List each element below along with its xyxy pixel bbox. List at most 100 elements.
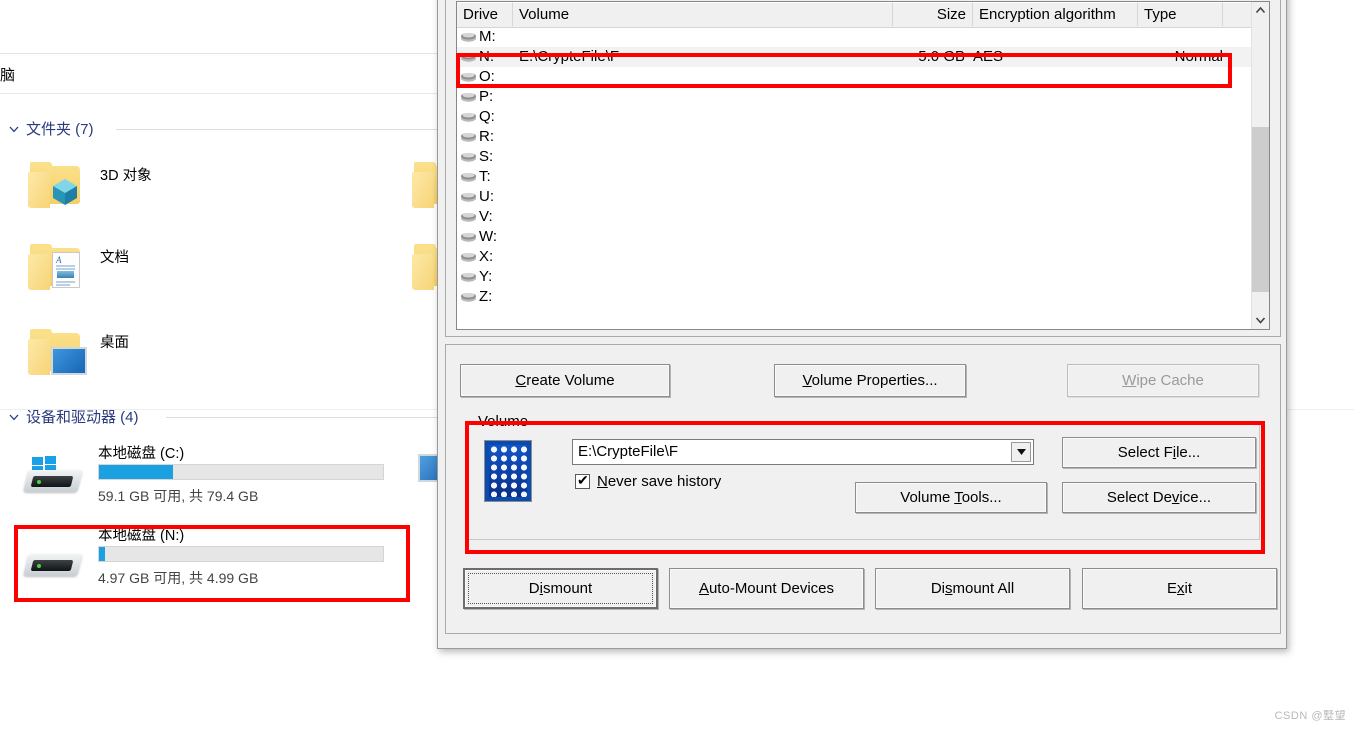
table-row[interactable]: Q: [457, 107, 1269, 127]
create-volume-accel: C [515, 372, 527, 389]
volume-tools-button[interactable]: Volume Tools... [855, 482, 1047, 513]
table-row[interactable]: M: [457, 27, 1269, 47]
select-file-button[interactable]: Select File... [1062, 437, 1256, 468]
cell-type: Normal [1174, 48, 1223, 65]
folder-3d-objects-icon [28, 160, 84, 208]
list-item-label: 3D 对象 [100, 168, 152, 184]
volume-tools-accel: T [954, 489, 962, 506]
list-item-label: 文档 [100, 250, 129, 266]
cell-size [893, 87, 965, 107]
list-item-drive-n[interactable]: 本地磁盘 (N:) 4.97 GB 可用, 共 4.99 GB [18, 522, 418, 594]
select-device-label-b: ice... [1179, 489, 1212, 506]
drive-list-scrollbar[interactable] [1251, 2, 1269, 329]
dismount-button[interactable]: Dismount [463, 568, 658, 609]
cell-type [1117, 127, 1223, 147]
veracrypt-window: Drive Volume Size Encryption algorithm T… [437, 0, 1287, 649]
create-volume-button[interactable]: Create Volume [460, 364, 670, 397]
dismount-all-label-b: mount All [952, 580, 1015, 597]
table-row[interactable]: S: [457, 147, 1269, 167]
column-header-volume[interactable]: Volume [513, 2, 893, 26]
chevron-down-icon[interactable] [7, 410, 21, 424]
never-save-history-label: Never save history [597, 473, 722, 490]
volume-properties-label: olume Properties... [811, 372, 938, 389]
drive-title: 本地磁盘 (C:) [98, 446, 185, 462]
windows-drive-icon [22, 456, 86, 502]
drive-list-rows: M: N: E:\CrypteFile\F 5.0 GB AES Normal O: P: Q:… [457, 27, 1269, 329]
column-header-encryption[interactable]: Encryption algorithm [973, 2, 1138, 26]
drive-icon [460, 50, 477, 63]
cell-drive: X: [479, 248, 494, 265]
table-row[interactable]: R: [457, 127, 1269, 147]
control-panel: Create Volume Volume Properties... Wipe … [445, 344, 1281, 634]
volume-path-value[interactable]: E:\CrypteFile\F [578, 440, 678, 464]
chevron-down-icon[interactable] [1011, 442, 1031, 462]
list-item[interactable]: 桌面 [28, 327, 428, 389]
drive-list[interactable]: Drive Volume Size Encryption algorithm T… [456, 1, 1270, 330]
volume-path-combobox[interactable]: E:\CrypteFile\F [572, 439, 1034, 465]
cell-type [1117, 67, 1223, 87]
scrollbar-thumb[interactable] [1252, 127, 1269, 292]
cell-size [893, 107, 965, 127]
cell-drive: Y: [479, 268, 493, 285]
cell-drive: S: [479, 148, 494, 165]
volume-properties-button[interactable]: Volume Properties... [774, 364, 966, 397]
select-device-button[interactable]: Select Device... [1062, 482, 1256, 513]
drive-icon [460, 190, 477, 203]
group-rule [166, 417, 440, 418]
table-row[interactable]: U: [457, 187, 1269, 207]
table-row[interactable]: N: E:\CrypteFile\F 5.0 GB AES Normal [457, 47, 1269, 67]
cell-drive: T: [479, 168, 491, 185]
cell-size: 5.0 GB [918, 48, 965, 65]
scroll-down-arrow-icon[interactable] [1252, 312, 1269, 329]
list-item-label: 桌面 [100, 335, 129, 351]
column-header-spacer [1223, 2, 1253, 26]
volume-tools-label-a: Volume [900, 489, 955, 506]
cell-size [893, 147, 965, 167]
document-glyph: A [52, 252, 80, 288]
cell-drive: N: [479, 48, 494, 65]
list-item[interactable]: A 文档 [28, 242, 428, 304]
cell-type [1117, 267, 1223, 287]
list-item[interactable]: 3D 对象 [28, 160, 428, 222]
exit-accel: x [1177, 580, 1185, 597]
cell-size [893, 227, 965, 247]
cell-size [893, 247, 965, 267]
table-row[interactable]: P: [457, 87, 1269, 107]
group-rule [116, 129, 440, 130]
auto-mount-label: uto-Mount Devices [708, 580, 835, 597]
create-volume-label: reate Volume [526, 372, 615, 389]
cell-drive: Z: [479, 288, 493, 305]
select-device-label-a: Select De [1106, 489, 1172, 506]
table-row[interactable]: Z: [457, 287, 1269, 307]
table-row[interactable]: W: [457, 227, 1269, 247]
breadcrumb[interactable]: 脑 [0, 62, 440, 90]
cell-drive: U: [479, 188, 494, 205]
table-row[interactable]: O: [457, 67, 1269, 87]
list-item-drive-c[interactable]: 本地磁盘 (C:) 59.1 GB 可用, 共 79.4 GB [18, 440, 418, 512]
table-row[interactable]: V: [457, 207, 1269, 227]
chevron-down-icon[interactable] [7, 122, 21, 136]
cell-encryption: AES [973, 48, 1004, 65]
table-row[interactable]: X: [457, 247, 1269, 267]
check-icon: ✔ [577, 472, 589, 488]
column-header-drive[interactable]: Drive [457, 2, 513, 26]
cell-drive: P: [479, 88, 494, 105]
drive-icon [460, 210, 477, 223]
column-header-type[interactable]: Type [1138, 2, 1223, 26]
cell-type [1117, 227, 1223, 247]
cell-type [1117, 27, 1223, 47]
wipe-cache-label: ipe Cache [1136, 372, 1204, 389]
drive-icon [460, 30, 477, 43]
dismount-all-button[interactable]: Dismount All [875, 568, 1070, 609]
drive-usage-text: 59.1 GB 可用, 共 79.4 GB [98, 488, 259, 504]
column-header-size[interactable]: Size [893, 2, 973, 26]
drive-list-header: Drive Volume Size Encryption algorithm T… [457, 2, 1269, 28]
dismount-label-b: smount [542, 580, 593, 597]
auto-mount-devices-button[interactable]: Auto-Mount Devices [669, 568, 864, 609]
exit-button[interactable]: Exit [1082, 568, 1277, 609]
scroll-up-arrow-icon[interactable] [1252, 2, 1269, 19]
table-row[interactable]: T: [457, 167, 1269, 187]
cell-drive: M: [479, 28, 496, 45]
table-row[interactable]: Y: [457, 267, 1269, 287]
group-header-folders[interactable]: 文件夹 (7) [0, 118, 440, 140]
